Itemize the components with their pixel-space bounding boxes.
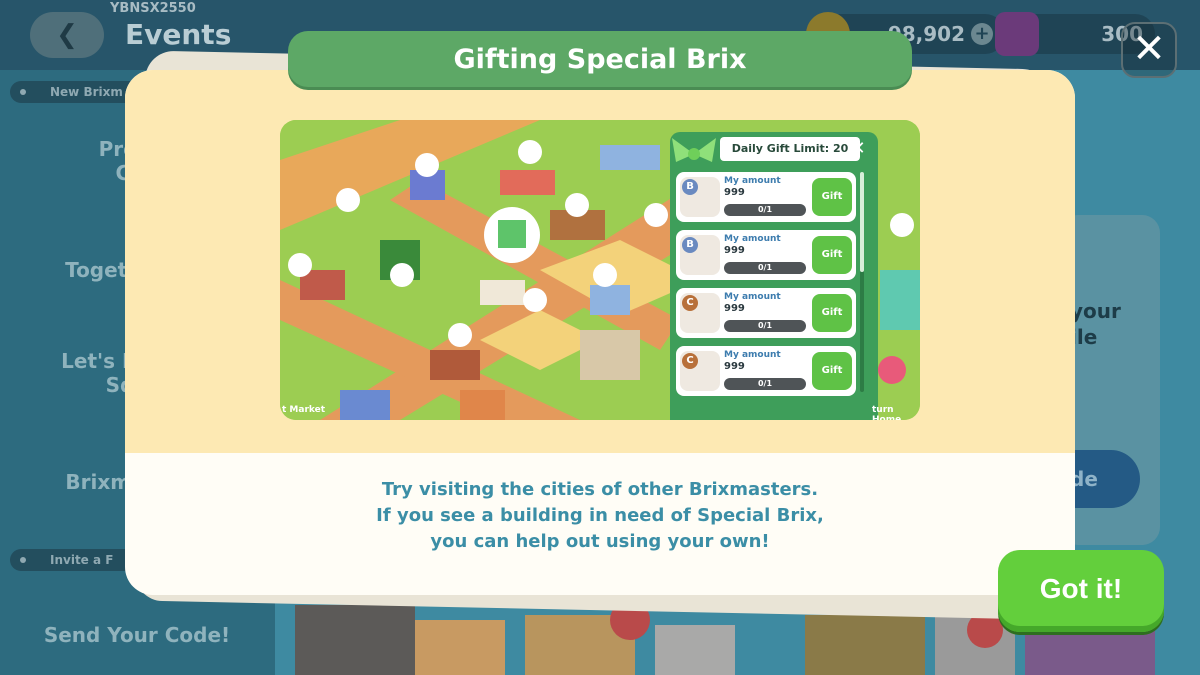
panel-close-icon: ✕: [850, 138, 866, 159]
add-coins-button[interactable]: +: [971, 23, 993, 45]
gift-button: Gift: [812, 294, 852, 332]
panel-scrollbar-thumb: [860, 172, 864, 272]
gift-row: C My amount 999 0/1 Gift: [676, 288, 856, 338]
modal-title: Gifting Special Brix: [288, 31, 912, 87]
got-it-button[interactable]: Got it!: [998, 550, 1164, 632]
tutorial-illustration: Daily Gift Limit: 20 ✕ B My amount 999 0…: [280, 120, 920, 420]
close-button[interactable]: ✕: [1121, 22, 1177, 78]
brix-item-icon: B: [680, 235, 720, 275]
market-label: t Market: [282, 405, 326, 415]
gift-row: B My amount 999 0/1 Gift: [676, 172, 856, 222]
sidebar-item-send-code[interactable]: Send Your Code!: [17, 623, 257, 647]
brix-item-icon: B: [680, 177, 720, 217]
gem-icon: [995, 12, 1039, 56]
background-card-text: your ile: [1070, 299, 1121, 349]
gift-row: C My amount 999 0/1 Gift: [676, 346, 856, 396]
gift-button: Gift: [812, 178, 852, 216]
gift-panel: Daily Gift Limit: 20 ✕ B My amount 999 0…: [670, 132, 878, 420]
screen-title: Events: [125, 18, 232, 51]
gift-button: Gift: [812, 236, 852, 274]
chevron-left-icon: ❮: [56, 20, 78, 50]
close-icon: ✕: [1132, 26, 1166, 72]
user-id: YBNSX2550: [110, 1, 196, 16]
back-button[interactable]: ❮: [30, 12, 104, 58]
gift-row: B My amount 999 0/1 Gift: [676, 230, 856, 280]
brix-item-icon: C: [680, 351, 720, 391]
brix-item-icon: C: [680, 293, 720, 333]
ribbon-bow-icon: [672, 138, 716, 162]
gift-button: Gift: [812, 352, 852, 390]
daily-gift-limit: Daily Gift Limit: 20: [720, 137, 860, 161]
modal-description: Try visiting the cities of other Brixmas…: [376, 479, 824, 552]
return-home-label: turn Home: [872, 405, 902, 420]
